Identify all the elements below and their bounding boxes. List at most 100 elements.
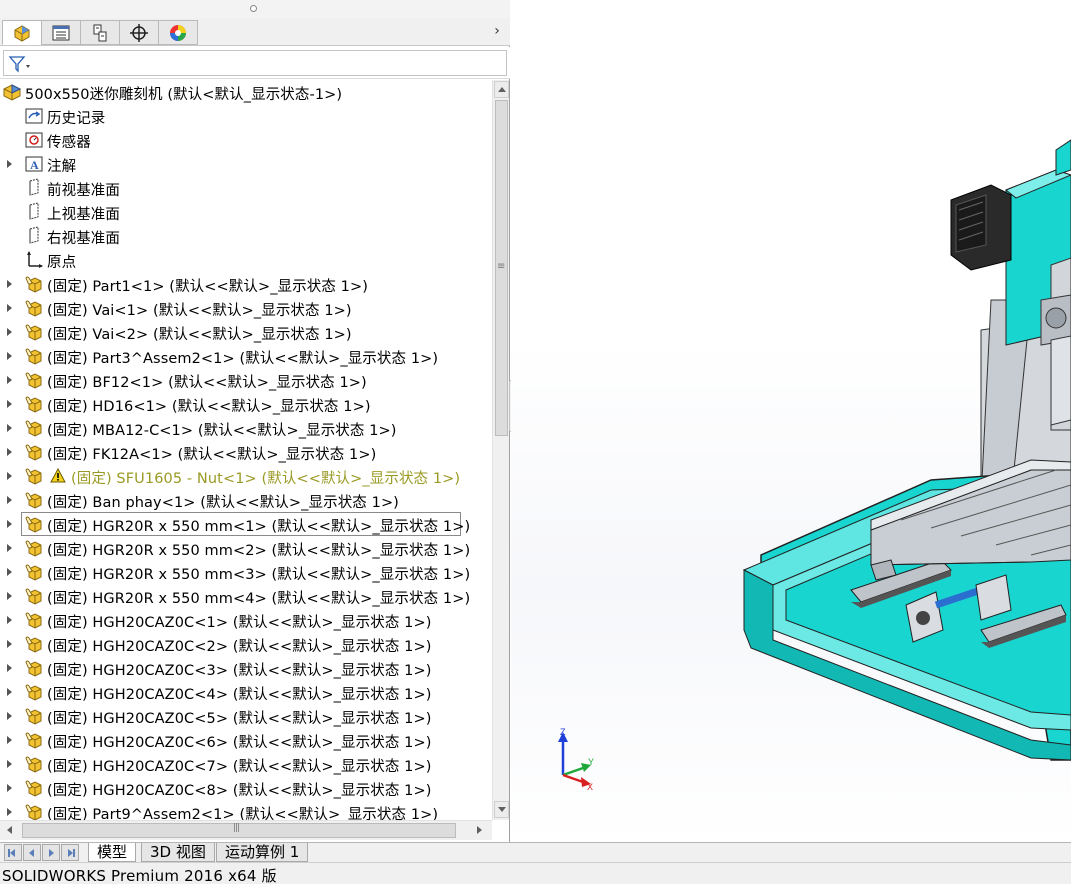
tab-scroll-right-icon[interactable]: › <box>490 22 504 40</box>
scroll-thumb[interactable] <box>495 100 508 436</box>
scroll-right-icon[interactable] <box>472 823 486 838</box>
expand-arrow-icon[interactable] <box>6 351 14 361</box>
tree-component[interactable]: (固定) Part1<1> (默认<<默认>_显示状态 1>) <box>0 272 492 296</box>
horizontal-scroll-thumb[interactable] <box>22 823 456 838</box>
prev-tab-icon[interactable] <box>23 844 41 861</box>
tab-model[interactable]: 模型 <box>88 843 137 862</box>
expand-arrow-icon[interactable] <box>6 567 14 577</box>
expand-arrow-icon[interactable] <box>6 807 14 817</box>
plane-icon <box>24 226 44 246</box>
tree-root-assembly[interactable]: 500x550迷你雕刻机 (默认<默认_显示状态-1>) <box>0 80 492 104</box>
tree-item-label: 历史记录 <box>47 111 106 127</box>
scroll-up-icon[interactable] <box>494 81 509 98</box>
tree-component[interactable]: (固定) HGH20CAZ0C<4> (默认<<默认>_显示状态 1>) <box>0 680 492 704</box>
expand-arrow-icon[interactable] <box>6 735 14 745</box>
configurationmanager-tab[interactable] <box>80 20 120 45</box>
dimxpert-tab[interactable] <box>119 20 159 45</box>
tree-item-origin[interactable]: 原点 <box>0 248 492 272</box>
tree-component[interactable]: (固定) HGR20R x 550 mm<2> (默认<<默认>_显示状态 1>… <box>0 536 492 560</box>
tree-horizontal-scrollbar[interactable] <box>0 820 492 840</box>
fixed-part-icon <box>24 754 44 774</box>
expand-arrow-icon[interactable] <box>6 519 14 529</box>
tab-motion-study[interactable]: 运动算例 1 <box>216 843 309 862</box>
fixed-part-icon <box>24 610 44 630</box>
tree-item-label: (固定) HD16<1> (默认<<默认>_显示状态 1>) <box>47 399 371 415</box>
graphics-viewport[interactable]: Z Y X <box>511 0 1071 842</box>
tree-component[interactable]: (固定) HGR20R x 550 mm<3> (默认<<默认>_显示状态 1>… <box>0 560 492 584</box>
tree-item-label: 传感器 <box>47 135 91 151</box>
expand-arrow-icon[interactable] <box>6 663 14 673</box>
scroll-down-icon[interactable] <box>494 801 509 818</box>
coordinate-triad: Z Y X <box>558 727 594 792</box>
expand-arrow-icon[interactable] <box>6 423 14 433</box>
feature-manager-panel: › 500x550迷你雕刻机 (默认<默认_显示状态-1>) 历史记录传感器 A 注解… <box>0 0 510 842</box>
expand-arrow-icon[interactable] <box>6 303 14 313</box>
expand-arrow-icon[interactable] <box>6 759 14 769</box>
expand-arrow-icon[interactable] <box>6 687 14 697</box>
tree-item-history[interactable]: 历史记录 <box>0 104 492 128</box>
expand-arrow-icon[interactable] <box>6 159 14 169</box>
expand-arrow-icon[interactable] <box>6 543 14 553</box>
expand-arrow-icon[interactable] <box>6 399 14 409</box>
scroll-left-icon[interactable] <box>4 823 18 838</box>
tree-item-plane[interactable]: 右视基准面 <box>0 224 492 248</box>
tree-component[interactable]: (固定) HGH20CAZ0C<2> (默认<<默认>_显示状态 1>) <box>0 632 492 656</box>
featuremanager-tab[interactable] <box>2 20 42 45</box>
tree-component[interactable]: (固定) Ban phay<1> (默认<<默认>_显示状态 1>) <box>0 488 492 512</box>
fixed-part-icon <box>24 466 44 486</box>
expand-arrow-icon[interactable] <box>6 375 14 385</box>
first-tab-icon[interactable] <box>4 844 22 861</box>
tree-component[interactable]: (固定) Vai<2> (默认<<默认>_显示状态 1>) <box>0 320 492 344</box>
expand-arrow-icon[interactable] <box>6 495 14 505</box>
tree-item-label: (固定) Part3^Assem2<1> (默认<<默认>_显示状态 1>) <box>47 351 439 367</box>
tree-component[interactable]: (固定) HGH20CAZ0C<7> (默认<<默认>_显示状态 1>) <box>0 752 492 776</box>
expand-arrow-icon[interactable] <box>6 639 14 649</box>
tree-component[interactable]: (固定) SFU1605 - Nut<1> (默认<<默认>_显示状态 1>) <box>0 464 492 488</box>
tree-item-plane[interactable]: 前视基准面 <box>0 176 492 200</box>
tree-component[interactable]: (固定) HGR20R x 550 mm<4> (默认<<默认>_显示状态 1>… <box>0 584 492 608</box>
filter-input[interactable] <box>3 50 507 76</box>
plane-icon <box>24 202 44 222</box>
tree-item-plane[interactable]: 上视基准面 <box>0 200 492 224</box>
bottom-tab-bar: 模型 3D 视图 运动算例 1 <box>0 842 1071 862</box>
tree-component[interactable]: (固定) Part9^Assem2<1> (默认<<默认>_显示状态 1>) <box>0 800 492 820</box>
expand-arrow-icon[interactable] <box>6 591 14 601</box>
tree-component[interactable]: (固定) HGR20R x 550 mm<1> (默认<<默认>_显示状态 1>… <box>0 512 492 536</box>
tree-item-label: (固定) HGH20CAZ0C<2> (默认<<默认>_显示状态 1>) <box>47 639 432 655</box>
tree-component[interactable]: (固定) HD16<1> (默认<<默认>_显示状态 1>) <box>0 392 492 416</box>
tree-component[interactable]: (固定) HGH20CAZ0C<6> (默认<<默认>_显示状态 1>) <box>0 728 492 752</box>
tree-item-annotation[interactable]: A 注解 <box>0 152 492 176</box>
assembly-icon <box>2 82 22 102</box>
tree-component[interactable]: (固定) HGH20CAZ0C<8> (默认<<默认>_显示状态 1>) <box>0 776 492 800</box>
propertymanager-tab[interactable] <box>41 20 81 45</box>
display-manager-tab[interactable] <box>158 20 198 45</box>
last-tab-icon[interactable] <box>61 844 79 861</box>
triad-x-label: X <box>587 782 593 792</box>
next-tab-icon[interactable] <box>42 844 60 861</box>
expand-arrow-icon[interactable] <box>6 711 14 721</box>
expand-arrow-icon[interactable] <box>6 471 14 481</box>
tree-component[interactable]: (固定) HGH20CAZ0C<5> (默认<<默认>_显示状态 1>) <box>0 704 492 728</box>
tree-item-label: 前视基准面 <box>47 183 120 199</box>
expand-arrow-icon[interactable] <box>6 447 14 457</box>
tree-component[interactable]: (固定) MBA12-C<1> (默认<<默认>_显示状态 1>) <box>0 416 492 440</box>
fixed-part-icon <box>24 634 44 654</box>
expand-arrow-icon[interactable] <box>6 783 14 793</box>
fixed-part-icon <box>24 730 44 750</box>
panel-top-grip[interactable] <box>0 0 510 18</box>
tree-component[interactable]: (固定) HGH20CAZ0C<3> (默认<<默认>_显示状态 1>) <box>0 656 492 680</box>
plane-icon <box>24 178 44 198</box>
annotation-icon: A <box>24 154 44 174</box>
expand-arrow-icon[interactable] <box>6 279 14 289</box>
tree-vertical-scrollbar[interactable] <box>492 80 509 820</box>
tree-component[interactable]: (固定) HGH20CAZ0C<1> (默认<<默认>_显示状态 1>) <box>0 608 492 632</box>
tree-component[interactable]: (固定) FK12A<1> (默认<<默认>_显示状态 1>) <box>0 440 492 464</box>
expand-arrow-icon[interactable] <box>6 327 14 337</box>
tab-3d-view[interactable]: 3D 视图 <box>141 843 215 862</box>
tree-item-sensor[interactable]: 传感器 <box>0 128 492 152</box>
filter-icon[interactable] <box>8 55 32 73</box>
tree-component[interactable]: (固定) Vai<1> (默认<<默认>_显示状态 1>) <box>0 296 492 320</box>
tree-component[interactable]: (固定) BF12<1> (默认<<默认>_显示状态 1>) <box>0 368 492 392</box>
expand-arrow-icon[interactable] <box>6 615 14 625</box>
tree-component[interactable]: (固定) Part3^Assem2<1> (默认<<默认>_显示状态 1>) <box>0 344 492 368</box>
